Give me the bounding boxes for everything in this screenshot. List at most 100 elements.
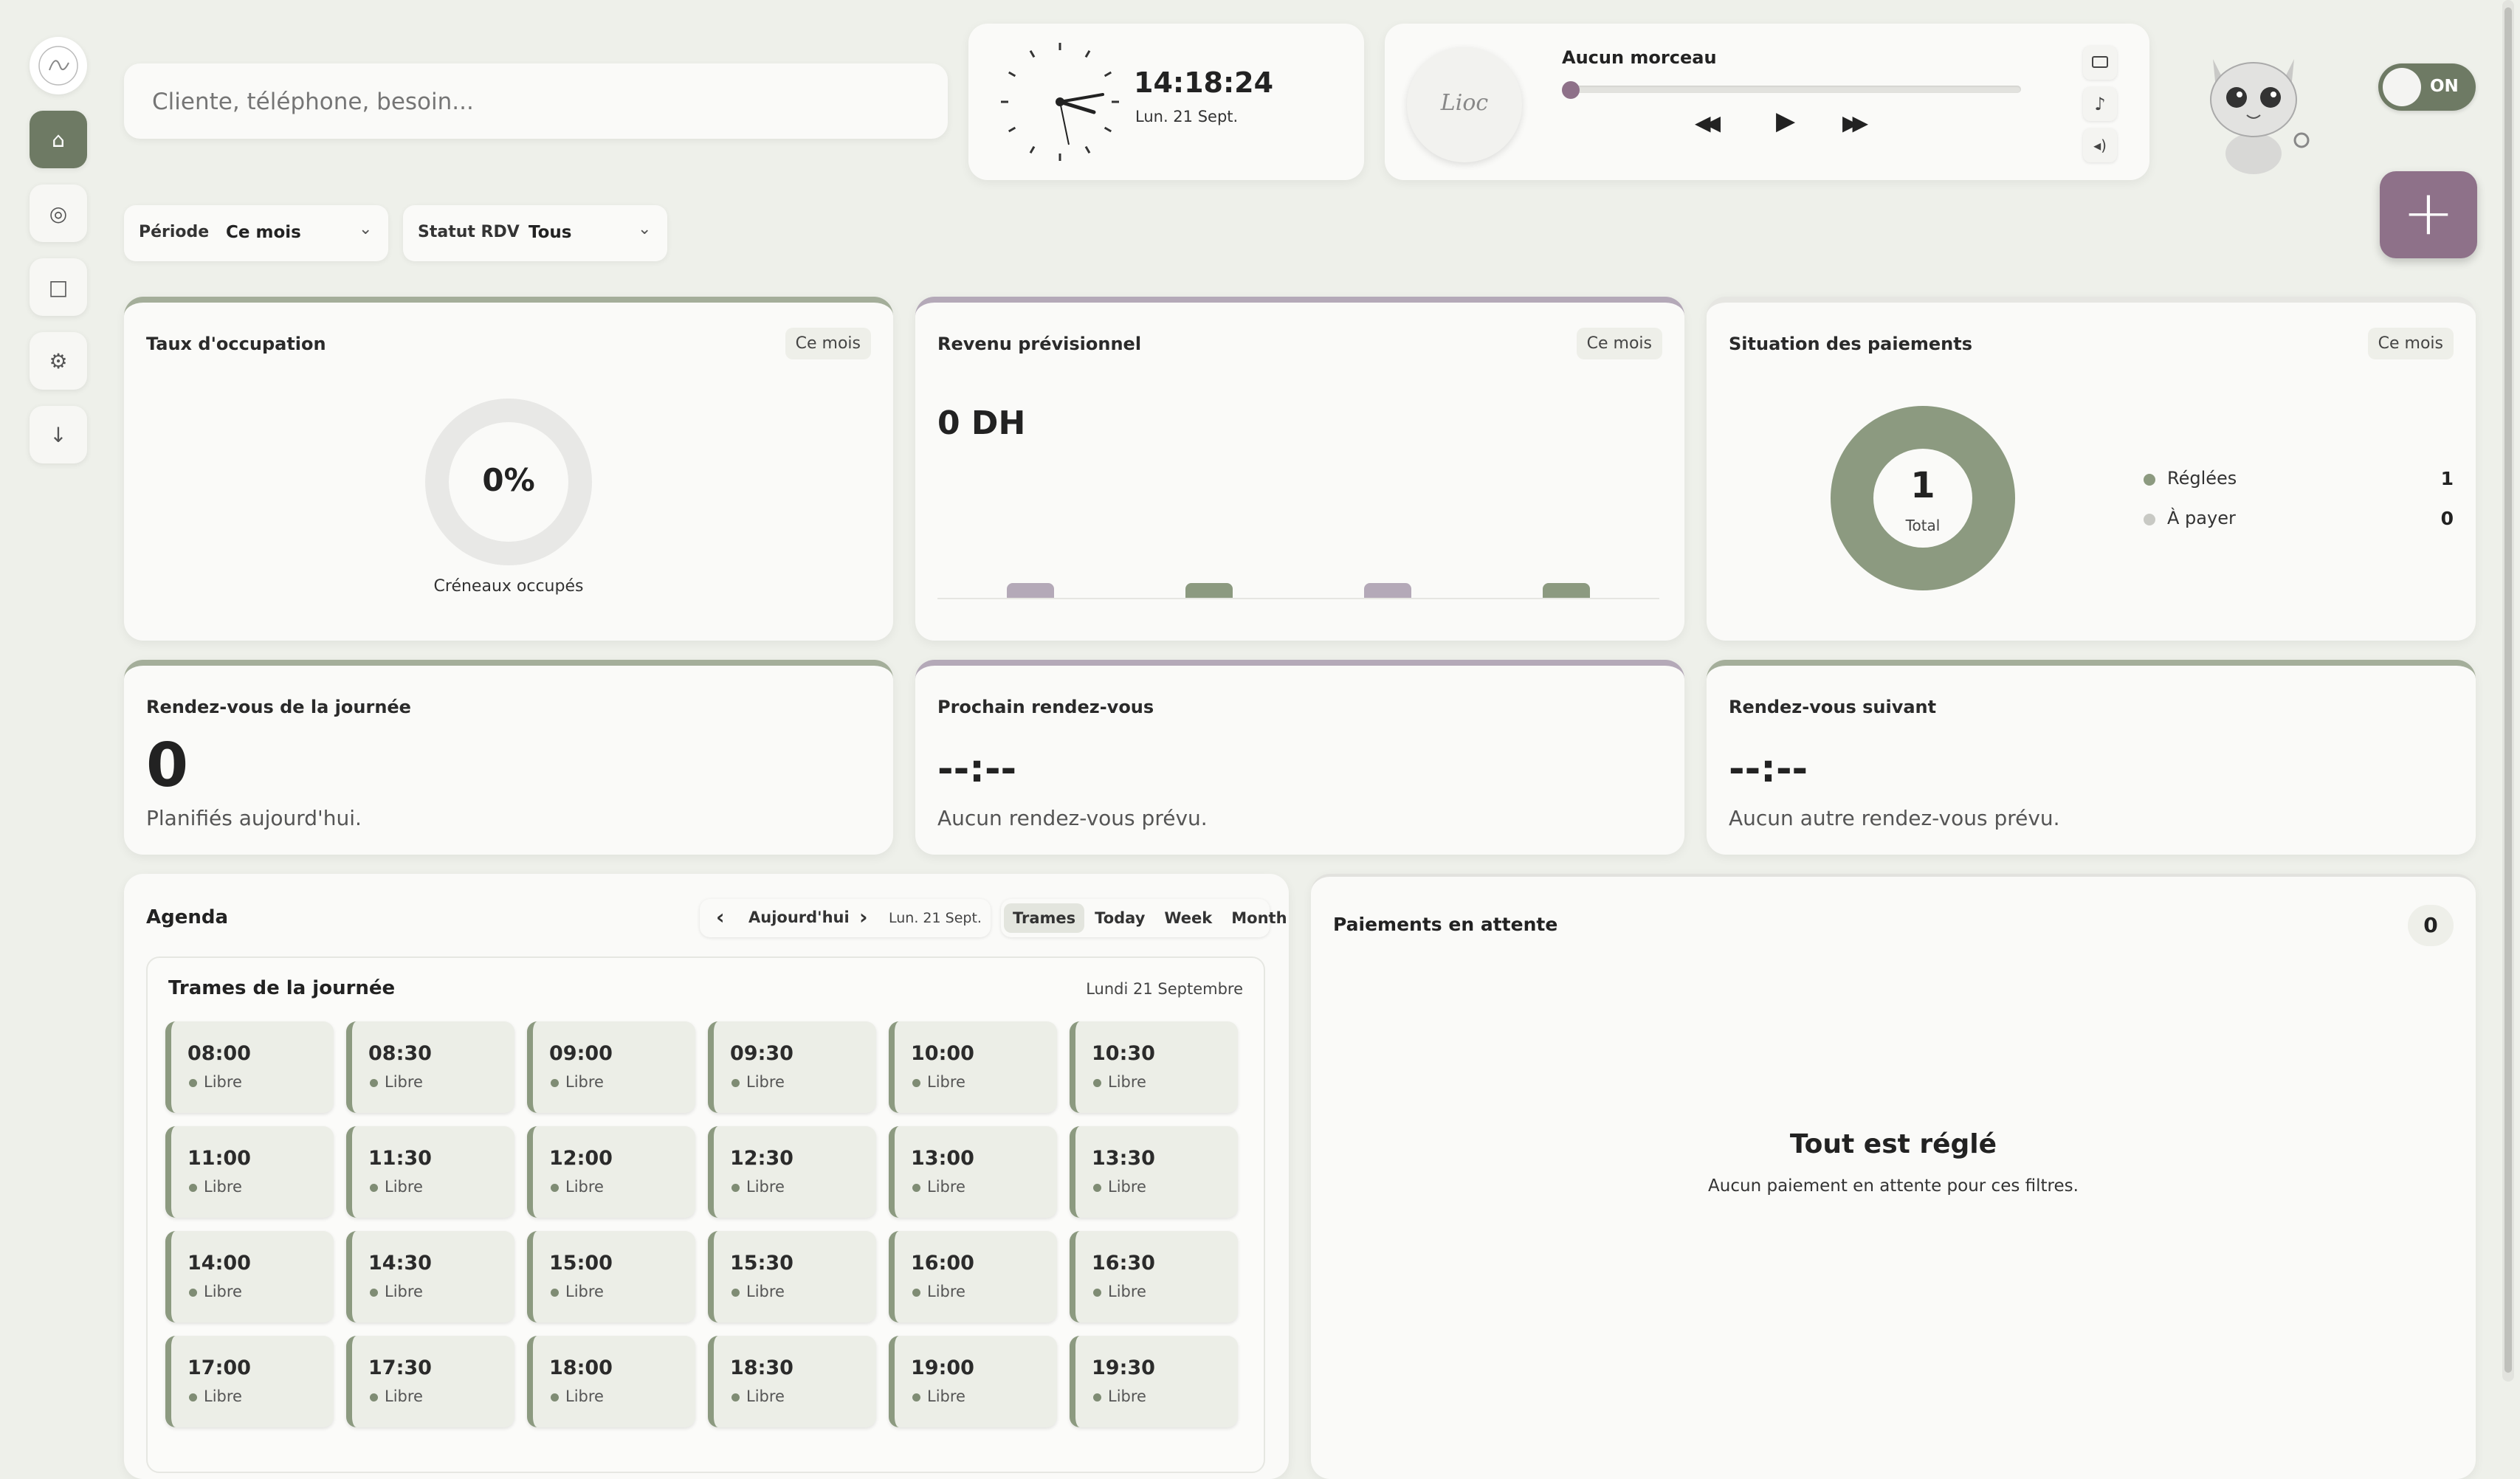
slot-time: 12:30 (730, 1147, 793, 1170)
next-rdv-caption: Aucun rendez-vous prévu. (937, 806, 1208, 830)
filter-statut[interactable]: Statut RDV Tous ⌄ (403, 205, 667, 261)
volume-button[interactable]: ◂) (2083, 128, 2117, 162)
sidebar-item-home[interactable]: ⌂ (30, 111, 87, 168)
slot-status: Libre (1108, 1387, 1146, 1405)
slot-status-dot (551, 1289, 559, 1297)
time-slot[interactable]: 14:00 Libre (165, 1231, 334, 1323)
view-tab-month[interactable]: Month (1222, 903, 1295, 933)
time-slot[interactable]: 18:00 Libre (527, 1336, 695, 1427)
time-slot[interactable]: 08:00 Libre (165, 1021, 334, 1113)
agenda-card: Agenda ‹ Aujourd'hui › Lun. 21 Sept. Tra… (124, 874, 1289, 1479)
today-rdv-title: Rendez-vous de la journée (146, 697, 411, 717)
next-button[interactable]: ▶▶ (1842, 111, 1868, 135)
player-logo-text: Lioc (1440, 90, 1489, 116)
slot-status: Libre (565, 1283, 604, 1300)
slot-time: 17:00 (187, 1356, 251, 1379)
revenue-title: Revenu prévisionnel (937, 334, 1142, 354)
slot-status-dot (912, 1393, 920, 1402)
screen-button[interactable] (2083, 46, 2117, 80)
slot-status: Libre (927, 1283, 965, 1300)
sidebar-item-settings[interactable]: ⚙ (30, 332, 87, 390)
plus-icon: + (2402, 176, 2455, 249)
time-slot[interactable]: 08:30 Libre (346, 1021, 514, 1113)
power-toggle[interactable]: ON (2378, 63, 2476, 111)
time-slot[interactable]: 13:00 Libre (889, 1126, 1057, 1218)
time-slot[interactable]: 18:30 Libre (708, 1336, 876, 1427)
track-progress-handle[interactable] (1562, 81, 1580, 99)
occupation-period-chip[interactable]: Ce mois (785, 328, 871, 359)
prev-button[interactable]: ◀◀ (1695, 111, 1721, 135)
clock-tick (1084, 145, 1091, 154)
time-slot[interactable]: 15:30 Libre (708, 1231, 876, 1323)
revenue-period-chip[interactable]: Ce mois (1576, 328, 1662, 359)
slot-status-dot (912, 1289, 920, 1297)
cat-mascot-icon (2210, 59, 2310, 174)
time-slot[interactable]: 16:30 Libre (1070, 1231, 1238, 1323)
payment-status-period-chip[interactable]: Ce mois (2367, 328, 2454, 359)
slot-status: Libre (565, 1178, 604, 1196)
time-slot[interactable]: 09:30 Libre (708, 1021, 876, 1113)
view-tab-today[interactable]: Today (1086, 903, 1154, 933)
slot-status-dot (551, 1184, 559, 1192)
filter-periode-value: Ce mois (226, 223, 301, 242)
logo-badge[interactable] (30, 37, 87, 94)
page-scrollbar[interactable] (2502, 0, 2514, 1382)
slot-status: Libre (204, 1283, 242, 1300)
time-slot[interactable]: 09:00 Libre (527, 1021, 695, 1113)
slot-status: Libre (746, 1178, 785, 1196)
slot-status: Libre (1108, 1283, 1146, 1300)
search-input[interactable] (151, 83, 921, 121)
sidebar-item-clients[interactable]: ◎ (30, 185, 87, 242)
play-button[interactable]: ▶ (1776, 106, 1795, 136)
time-slot[interactable]: 11:30 Libre (346, 1126, 514, 1218)
agenda-next-button[interactable]: › (859, 905, 868, 929)
following-rdv-title: Rendez-vous suivant (1729, 697, 1937, 717)
slot-status-dot (731, 1289, 740, 1297)
occupation-card: Taux d'occupation Ce mois 0% Créneaux oc… (124, 297, 893, 641)
slot-time: 15:30 (730, 1252, 793, 1275)
slot-status-dot (912, 1184, 920, 1192)
time-slot[interactable]: 17:30 Libre (346, 1336, 514, 1427)
time-slot[interactable]: 10:30 Libre (1070, 1021, 1238, 1113)
sidebar-item-documents[interactable]: □ (30, 258, 87, 316)
volume-icon: ◂) (2093, 137, 2107, 154)
time-slot[interactable]: 15:00 Libre (527, 1231, 695, 1323)
search-box (124, 63, 948, 139)
time-slot[interactable]: 12:00 Libre (527, 1126, 695, 1218)
agenda-today-button[interactable]: Aujourd'hui (748, 909, 850, 926)
filter-periode-label: Période (139, 223, 210, 241)
sidebar-item-download[interactable]: ↓ (30, 406, 87, 463)
music-button[interactable]: ♪ (2083, 87, 2117, 121)
track-progress-bar[interactable] (1569, 86, 2021, 93)
revenue-bar (1007, 583, 1054, 598)
toggle-knob (2383, 68, 2421, 106)
clock-time: 14:18:24 (1134, 66, 1274, 99)
music-note-icon: ♪ (2094, 94, 2106, 114)
add-button[interactable]: + (2380, 171, 2477, 258)
following-rdv-value: --:-- (1729, 747, 1808, 791)
filter-periode[interactable]: Période Ce mois ⌄ (124, 205, 388, 261)
revenue-card: Revenu prévisionnel Ce mois 0 DH (915, 297, 1684, 641)
view-tab-week[interactable]: Week (1155, 903, 1221, 933)
time-slot[interactable]: 11:00 Libre (165, 1126, 334, 1218)
time-slot[interactable]: 10:00 Libre (889, 1021, 1057, 1113)
time-slot[interactable]: 12:30 Libre (708, 1126, 876, 1218)
slot-status: Libre (746, 1387, 785, 1405)
page-scrollbar-thumb[interactable] (2504, 7, 2512, 1373)
time-slot[interactable]: 14:30 Libre (346, 1231, 514, 1323)
revenue-bar (1185, 583, 1233, 598)
toggle-label: ON (2430, 77, 2459, 96)
agenda-prev-button[interactable]: ‹ (716, 905, 725, 929)
time-slot[interactable]: 17:00 Libre (165, 1336, 334, 1427)
occupation-value: 0% (482, 462, 535, 498)
time-slot[interactable]: 16:00 Libre (889, 1231, 1057, 1323)
time-slot[interactable]: 19:30 Libre (1070, 1336, 1238, 1427)
following-rdv-card: Rendez-vous suivant --:-- Aucun autre re… (1707, 660, 2476, 855)
slot-status: Libre (927, 1178, 965, 1196)
time-slot[interactable]: 13:30 Libre (1070, 1126, 1238, 1218)
view-tab-trames[interactable]: Trames (1004, 903, 1085, 933)
today-rdv-value: 0 (146, 731, 189, 801)
slot-status-dot (551, 1393, 559, 1402)
time-slot[interactable]: 19:00 Libre (889, 1336, 1057, 1427)
slot-status-dot (731, 1184, 740, 1192)
